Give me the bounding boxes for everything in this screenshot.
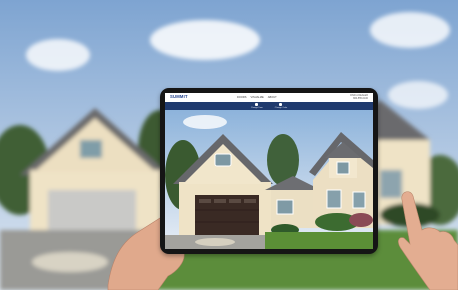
header-contact: FIND A DEALER 800-555-0100 — [350, 94, 368, 100]
visualizer-toolbar: Change Door Change Color — [165, 102, 373, 110]
tablet-device: SUMMIT DOORS VISUALIZE ABOUT FIND A DEAL… — [160, 88, 378, 254]
main-nav: DOORS VISUALIZE ABOUT — [237, 96, 277, 99]
gable-window — [214, 153, 232, 167]
change-color-label: Change Color — [274, 106, 288, 109]
phone-number[interactable]: 800-555-0100 — [350, 97, 368, 100]
nav-item-visualize[interactable]: VISUALIZE — [251, 96, 264, 99]
brand-logo[interactable]: SUMMIT — [170, 94, 188, 99]
site-header: SUMMIT DOORS VISUALIZE ABOUT FIND A DEAL… — [165, 93, 373, 102]
nav-item-doors[interactable]: DOORS — [237, 96, 247, 99]
tablet-screen: SUMMIT DOORS VISUALIZE ABOUT FIND A DEAL… — [165, 93, 373, 249]
nav-item-about[interactable]: ABOUT — [268, 96, 277, 99]
house-visualization[interactable] — [165, 110, 373, 249]
change-color-button[interactable]: Change Color — [275, 103, 287, 109]
change-door-button[interactable]: Change Door — [251, 103, 263, 109]
change-door-label: Change Door — [250, 106, 263, 109]
